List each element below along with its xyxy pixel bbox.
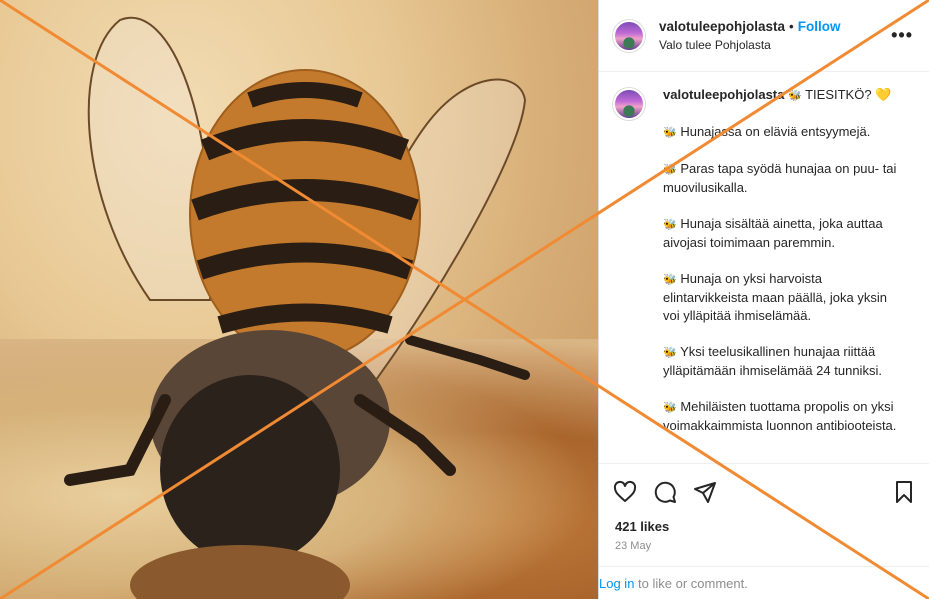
caption-paragraph: Hunaja on yksi harvoista elintarvikkeist… (663, 271, 887, 323)
caption-paragraph: Hunajassa on eläviä entsyymejä. (680, 124, 871, 139)
caption-username[interactable]: valotuleepohjolasta (663, 87, 784, 102)
avatar[interactable] (613, 19, 645, 52)
bee-icon: 🐝 (663, 402, 677, 414)
post-sidebar: valotuleepohjolasta • Follow Valo tulee Po… (598, 0, 929, 599)
caption-body: valotuleepohjolasta 🐝 TIESITKÖ? 💛 🐝 Huna… (663, 86, 903, 462)
caption-avatar[interactable] (613, 88, 645, 120)
caption-paragraph: Hunaja sisältää ainetta, joka auttaa aiv… (663, 216, 883, 250)
bee-icon: 🐝 (663, 347, 677, 359)
yellow-heart-icon: 💛 (875, 87, 892, 102)
header-subtitle: Valo tulee Pohjolasta (659, 37, 771, 52)
post-image (0, 0, 598, 599)
login-prompt-text: to like or comment. (634, 576, 748, 591)
post-header: valotuleepohjolasta • Follow Valo tulee Po… (599, 0, 929, 72)
paper-plane-icon[interactable] (693, 480, 717, 504)
header-username[interactable]: valotuleepohjolasta (659, 19, 785, 34)
caption-paragraph: Paras tapa syödä hunajaa on puu- tai muo… (663, 161, 897, 195)
action-bar (599, 463, 929, 519)
bee-icon: 🐝 (663, 274, 677, 286)
bee-icon: 🐝 (663, 219, 677, 231)
heart-icon[interactable] (613, 480, 637, 504)
login-link[interactable]: Log in (599, 576, 634, 591)
bookmark-icon[interactable] (892, 480, 916, 504)
bee-icon: 🐝 (788, 90, 802, 102)
bee-icon: 🐝 (663, 164, 677, 176)
bee-illustration (64, 17, 530, 599)
more-options-icon[interactable]: ••• (891, 25, 913, 46)
caption-title: TIESITKÖ? (805, 87, 872, 102)
caption-paragraph: Mehiläisten tuottama propolis on yksi vo… (663, 399, 897, 433)
comment-icon[interactable] (653, 480, 677, 504)
follow-button[interactable]: Follow (798, 19, 841, 34)
bee-icon: 🐝 (663, 127, 677, 139)
caption: valotuleepohjolasta 🐝 TIESITKÖ? 💛 🐝 Huna… (599, 72, 929, 462)
header-separator: • (789, 18, 794, 34)
caption-paragraph: Yksi teelusikallinen hunajaa riittää yll… (663, 344, 882, 378)
likes-count[interactable]: 421 likes (615, 519, 669, 534)
header-text: valotuleepohjolasta • Follow Valo tulee Po… (659, 18, 891, 54)
login-prompt: Log in to like or comment. (599, 566, 929, 599)
post-date: 23 May (615, 540, 652, 552)
